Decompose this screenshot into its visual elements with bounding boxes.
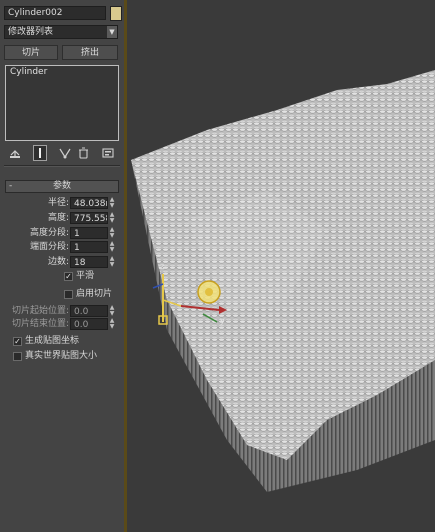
modifier-stack[interactable]: Cylinder <box>5 65 119 141</box>
remove-modifier-icon[interactable] <box>76 146 90 160</box>
param-radius: 半径: 48.038mm ▲▼ <box>0 196 124 210</box>
cap-segments-input[interactable]: 1 <box>70 241 108 253</box>
slice-on-checkbox[interactable] <box>64 290 73 299</box>
spinner-icon[interactable]: ▲ ▼ <box>108 227 116 239</box>
extrude-button[interactable]: 挤出 <box>62 45 118 60</box>
real-world-map-size-label: 真实世界贴图大小 <box>25 351 98 361</box>
parameters-rollout-header[interactable]: - 参数 <box>5 180 119 193</box>
spinner-icon[interactable]: ▲ ▼ <box>108 212 116 224</box>
object-color-swatch[interactable] <box>110 6 122 21</box>
spinner-icon[interactable]: ▲ ▼ <box>108 197 116 209</box>
slice-from-input[interactable]: 0.0 <box>70 305 108 317</box>
param-label: 边数: <box>47 257 69 267</box>
param-slice-from: 切片起始位置: 0.0 ▲ ▼ <box>0 304 124 318</box>
gizmo-z-label: z <box>160 262 165 271</box>
slice-on-label: 启用切片 <box>76 289 113 299</box>
smooth-label: 平滑 <box>76 271 95 281</box>
param-label: 端面分段: <box>29 242 69 252</box>
slice-to-input[interactable]: 0.0 <box>70 318 108 330</box>
stack-toolbar <box>0 145 124 161</box>
radius-input[interactable]: 48.038mm <box>70 197 108 209</box>
spinner-icon[interactable]: ▲ ▼ <box>108 256 116 268</box>
transform-gizmo[interactable] <box>147 262 257 332</box>
object-name-field[interactable]: Cylinder002 <box>4 6 106 20</box>
param-label: 半径: <box>47 198 69 208</box>
spinner-icon[interactable]: ▲ ▼ <box>108 241 116 253</box>
rollout-title: 参数 <box>52 181 71 191</box>
modifier-list-dropdown[interactable]: 修改器列表 ▼ <box>4 25 118 39</box>
divider <box>4 166 120 167</box>
param-slice-to: 切片结束位置: 0.0 ▲ ▼ <box>0 317 124 331</box>
param-label: 高度: <box>47 213 69 223</box>
param-label: 切片起始位置: <box>11 306 69 316</box>
command-panel: Cylinder002 修改器列表 ▼ 切片 挤出 Cylinder - 参数 … <box>0 0 125 532</box>
sides-input[interactable]: 18 <box>70 256 108 268</box>
height-segments-input[interactable]: 1 <box>70 227 108 239</box>
real-world-map-size-checkbox[interactable] <box>13 352 22 361</box>
height-input[interactable]: 775.558m <box>70 212 108 224</box>
param-sides: 边数: 18 ▲ ▼ <box>0 255 124 269</box>
slice-button[interactable]: 切片 <box>4 45 58 60</box>
spinner-icon[interactable]: ▲ ▼ <box>108 305 116 317</box>
modifier-list-label: 修改器列表 <box>8 27 54 37</box>
param-height: 高度: 775.558m ▲▼ <box>0 211 124 225</box>
gen-map-coords-checkbox[interactable]: ✓ <box>13 337 22 346</box>
param-height-segments: 高度分段: 1 ▲ ▼ <box>0 226 124 240</box>
viewport[interactable]: z y <box>127 0 435 532</box>
chevron-down-icon: ▼ <box>107 26 117 38</box>
configure-modifier-sets-icon[interactable] <box>101 146 115 160</box>
smooth-checkbox[interactable]: ✓ <box>64 272 73 281</box>
pin-stack-icon[interactable] <box>8 146 22 160</box>
param-label: 切片结束位置: <box>11 319 69 329</box>
make-unique-icon[interactable] <box>58 146 72 160</box>
show-end-result-icon[interactable] <box>33 145 47 161</box>
gizmo-y-label: y <box>220 316 225 325</box>
param-label: 高度分段: <box>29 228 69 238</box>
spinner-icon[interactable]: ▲ ▼ <box>108 318 116 330</box>
stack-item-cylinder[interactable]: Cylinder <box>6 66 118 78</box>
param-cap-segments: 端面分段: 1 ▲ ▼ <box>0 240 124 254</box>
gen-map-coords-label: 生成贴图坐标 <box>25 336 80 346</box>
